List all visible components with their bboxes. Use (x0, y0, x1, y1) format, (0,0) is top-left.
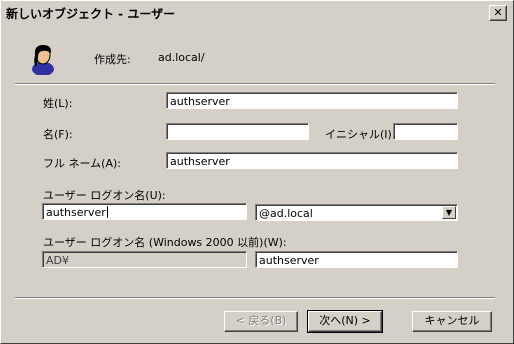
logon-name-value: authserver (46, 206, 106, 219)
close-button[interactable]: ✕ (489, 5, 507, 21)
initials-field[interactable] (393, 123, 458, 140)
created-in-value: ad.local/ (158, 51, 205, 64)
cancel-button[interactable]: キャンセル (412, 311, 492, 332)
last-name-field[interactable]: authserver (166, 92, 458, 109)
first-name-label: 名(F): (43, 128, 73, 141)
domain-select[interactable]: @ad.local ▼ (255, 204, 458, 221)
title-bar[interactable]: 新しいオブジェクト - ユーザー ✕ (2, 2, 512, 22)
chevron-down-icon[interactable]: ▼ (442, 206, 456, 219)
pre2000-domain-field: AD¥ (42, 251, 247, 268)
created-in-label: 作成先: (94, 53, 131, 66)
full-name-field[interactable]: authserver (166, 152, 458, 169)
full-name-label: フル ネーム(A): (43, 157, 121, 170)
pre2000-logon-label: ユーザー ログオン名 (Windows 2000 以前)(W): (43, 236, 287, 249)
user-icon (32, 45, 54, 75)
header-separator (15, 83, 495, 85)
initials-label: イニシャル(I): (325, 128, 396, 141)
first-name-field[interactable] (166, 123, 309, 140)
pre2000-logon-field[interactable]: authserver (255, 251, 458, 268)
text-caret (106, 206, 108, 218)
last-name-label: 姓(L): (43, 97, 73, 110)
domain-select-value: @ad.local (259, 207, 313, 220)
dialog-window: 新しいオブジェクト - ユーザー ✕ (0, 0, 514, 344)
next-button[interactable]: 次へ(N) > (307, 310, 383, 333)
logon-name-field[interactable]: authserver (42, 203, 247, 220)
footer-separator (15, 297, 495, 299)
back-button[interactable]: < 戻る(B) (224, 311, 298, 332)
window-title: 新しいオブジェクト - ユーザー (6, 7, 176, 21)
logon-name-label: ユーザー ログオン名(U): (43, 189, 166, 202)
